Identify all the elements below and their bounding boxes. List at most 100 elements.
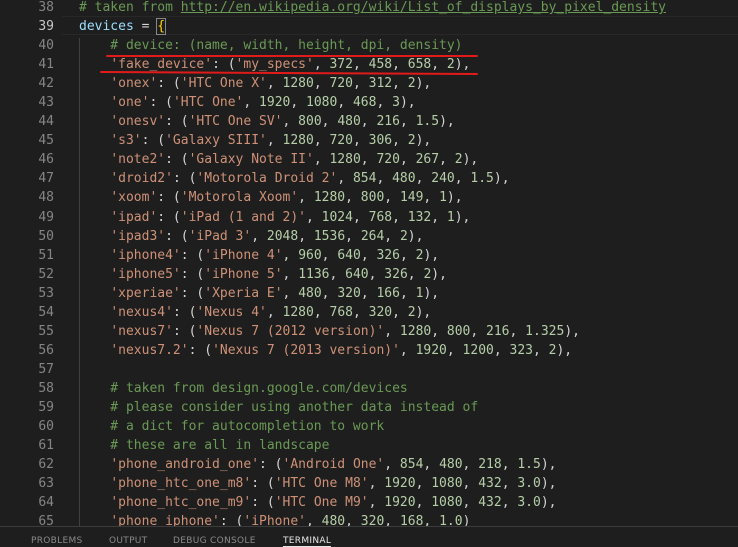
code-token: 432 — [478, 476, 502, 492]
code-token: ), — [415, 133, 432, 149]
tab-problems[interactable]: PROBLEMS — [31, 536, 83, 546]
code-line[interactable]: 59 # please consider using another data … — [0, 398, 738, 417]
code-token: : ( — [157, 209, 181, 225]
code-line[interactable]: 51 'iphone4': ('iPhone 4', 960, 640, 326… — [0, 246, 738, 265]
code-line[interactable]: 47 'droid2': ('Motorola Droid 2', 854, 4… — [0, 169, 738, 188]
tab-debug-console[interactable]: DEBUG CONSOLE — [173, 536, 256, 546]
code-line[interactable]: 65 'phone_iphone': ('iPhone', 480, 320, … — [0, 512, 738, 526]
code-line[interactable]: 46 'note2': ('Galaxy Note II', 1280, 720… — [0, 150, 738, 169]
code-line[interactable]: 54 'nexus4': ('Nexus 4', 1280, 768, 320,… — [0, 303, 738, 322]
code-token: 'iphone4' — [110, 247, 181, 263]
code-token: devices — [79, 19, 134, 35]
line-number: 44 — [38, 114, 54, 130]
code-token: , — [313, 133, 330, 149]
code-line[interactable]: 44 'onesv': ('HTC One SV', 800, 480, 216… — [0, 112, 738, 131]
code-token: , — [368, 476, 385, 492]
code-line[interactable]: 55 'nexus7': ('Nexus 7 (2012 version)', … — [0, 322, 738, 341]
code-token: 1280 — [313, 190, 346, 206]
code-line[interactable]: 49 'ipad': ('iPad (1 and 2)', 1024, 768,… — [0, 208, 738, 227]
code-line[interactable]: 48 'xoom': ('Motorola Xoom', 1280, 800, … — [0, 188, 738, 207]
code-line[interactable]: 58 # taken from design.google.com/device… — [0, 379, 738, 398]
code-token: 1 — [446, 209, 455, 225]
line-code: 'xoom': ('Motorola Xoom', 1280, 800, 149… — [79, 188, 463, 207]
code-line[interactable]: 53 'xperiae': ('Xperia E', 480, 320, 166… — [0, 284, 738, 303]
code-token: 'Nexus 7 (2013 version)' — [212, 342, 400, 358]
code-token: , — [423, 457, 440, 473]
code-token: : ( — [157, 190, 181, 206]
line-number: 56 — [38, 342, 54, 358]
code-token: , — [368, 266, 385, 282]
code-token: , — [415, 476, 432, 492]
code-line[interactable]: 56 'nexus7.2': ('Nexus 7 (2013 version)'… — [0, 341, 738, 360]
code-token: , — [298, 228, 314, 244]
code-token: 1 — [439, 190, 447, 206]
code-token: 216 — [376, 114, 400, 130]
code-line[interactable]: 40 # device: (name, width, height, dpi, … — [0, 36, 738, 55]
tab-terminal[interactable]: TERMINAL — [283, 536, 332, 547]
code-line[interactable]: 38 # taken from http://en.wikipedia.org/w… — [0, 0, 738, 17]
code-line[interactable]: 62 'phone_android_one': ('Android One', … — [0, 455, 738, 474]
line-code: 'note2': ('Galaxy Note II', 1280, 720, 2… — [79, 150, 478, 169]
tab-output[interactable]: OUTPUT — [109, 536, 147, 546]
line-number: 65 — [38, 514, 54, 526]
code-token: , — [282, 114, 299, 130]
line-code: 'nexus7.2': ('Nexus 7 (2013 version)', 1… — [79, 341, 572, 360]
code-token: 'droid2' — [110, 171, 173, 187]
code-token: , — [376, 171, 393, 187]
code-token: , — [462, 476, 479, 492]
code-token: # these are all in landscape — [79, 438, 330, 454]
code-line[interactable]: 60 # a dict for autocompletion to work — [0, 417, 738, 436]
code-line[interactable]: 61 # these are all in landscape — [0, 436, 738, 455]
code-token: , — [360, 247, 377, 263]
code-token: , — [376, 95, 393, 111]
line-number: 53 — [38, 285, 54, 301]
line-code: 's3': ('Galaxy SIII', 1280, 720, 306, 2)… — [79, 131, 431, 150]
code-token: 854 — [352, 171, 377, 187]
code-line[interactable]: 52 'iphone5': ('iPhone 5', 1136, 640, 32… — [0, 265, 738, 284]
code-line[interactable]: 50 'ipad3': ('iPad 3', 2048, 1536, 264, … — [0, 227, 738, 246]
code-token: 'Xperia E' — [204, 285, 283, 301]
code-token: , — [392, 304, 408, 320]
code-token: # taken from — [79, 0, 181, 15]
code-token: , — [423, 514, 440, 526]
code-line[interactable]: 64 'phone_htc_one_m9': ('HTC One M9', 19… — [0, 493, 738, 512]
code-line[interactable]: 39 devices = { — [0, 17, 738, 36]
code-editor[interactable]: 38 # taken from http://en.wikipedia.org/w… — [0, 0, 738, 526]
code-token: : ( — [219, 514, 244, 526]
line-number: 46 — [38, 152, 54, 168]
code-token: , — [501, 476, 518, 492]
code-line[interactable]: 57 — [0, 360, 738, 379]
editor-lines: 38 # taken from http://en.wikipedia.org/w… — [0, 0, 738, 526]
code-token: 2 — [399, 228, 408, 244]
code-token: 'Galaxy Note II' — [188, 152, 314, 168]
code-line[interactable]: 63 'phone_htc_one_m8': ('HTC One M8', 19… — [0, 474, 738, 493]
code-line[interactable]: 45 's3': ('Galaxy SIII', 1280, 720, 306,… — [0, 131, 738, 150]
code-token: : ( — [172, 323, 197, 339]
code-token: , — [399, 247, 416, 263]
code-token: 720 — [329, 76, 353, 92]
code-token: , — [352, 57, 369, 73]
code-token: 'nexus7' — [110, 323, 173, 339]
code-token: : ( — [165, 228, 189, 244]
line-code: 'xperiae': ('Xperia E', 480, 320, 166, 1… — [79, 284, 439, 303]
code-token: ), — [446, 190, 463, 206]
code-line[interactable]: 43 'one': ('HTC One', 1920, 1080, 468, 3… — [0, 93, 738, 112]
code-line[interactable]: 42 'onex': ('HTC One X', 1280, 720, 312,… — [0, 74, 738, 93]
code-token: 'iPad 3' — [188, 228, 252, 244]
code-token: 1080 — [431, 495, 463, 511]
code-token: ), — [540, 457, 557, 473]
code-token: http://en.wikipedia.org/wiki/List_of_dis… — [180, 0, 667, 15]
code-token: : ( — [251, 495, 275, 511]
code-token: 'xoom' — [110, 190, 158, 206]
code-token: 1920 — [384, 476, 416, 492]
line-number: 45 — [38, 133, 54, 149]
code-token: : ( — [188, 342, 213, 358]
code-token: 'phone_android_one' — [110, 457, 260, 473]
line-code: 'onex': ('HTC One X', 1280, 720, 312, 2)… — [79, 74, 431, 93]
code-token: , — [298, 190, 314, 206]
